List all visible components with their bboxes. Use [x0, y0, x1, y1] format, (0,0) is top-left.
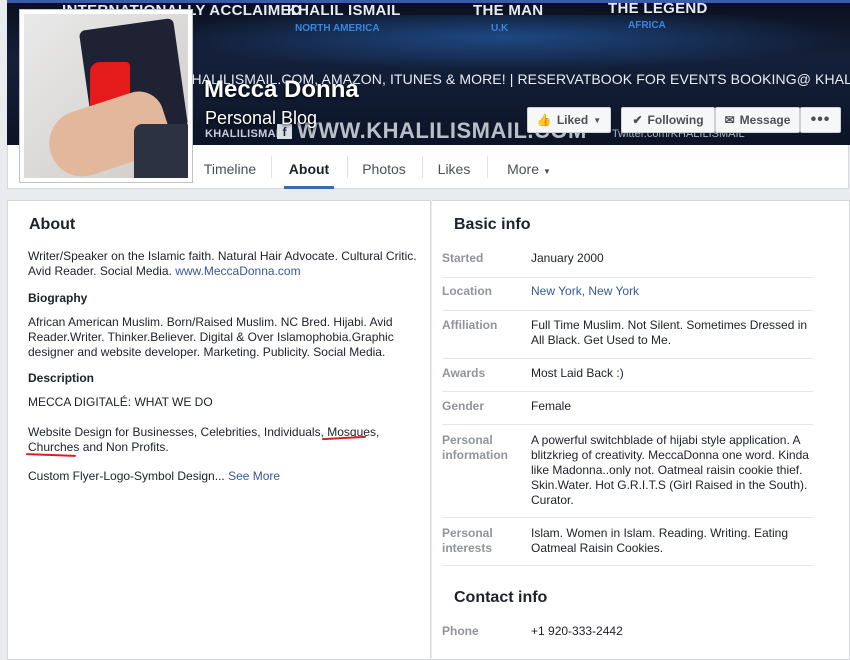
page-title[interactable]: Mecca Donna — [204, 76, 359, 104]
info-row-location: Location New York, New York — [442, 277, 813, 311]
info-row-phone: Phone +1 920-333-2442 — [442, 617, 813, 657]
description-heading: Description — [28, 371, 95, 385]
about-heading: About — [29, 216, 76, 233]
message-label: Message — [739, 113, 791, 127]
chevron-down-icon: ▼ — [542, 167, 551, 176]
thumbs-up-icon: 👍 — [536, 113, 552, 127]
banner-handle: KHALILISMAIL — [205, 128, 287, 140]
info-label: Personal interests — [442, 526, 493, 555]
tab-about[interactable]: About — [275, 145, 343, 189]
info-label: Started — [442, 251, 484, 265]
info-value: A powerful switchblade of hijabi style a… — [531, 433, 809, 507]
info-value: Most Laid Back :) — [531, 366, 624, 380]
see-more-link[interactable]: See More — [228, 469, 280, 483]
tab-timeline[interactable]: Timeline — [193, 145, 267, 188]
info-value: Full Time Muslim. Not Silent. Sometimes … — [531, 318, 808, 347]
info-row-gender: Gender Female — [442, 391, 813, 425]
more-options-button[interactable]: ••• — [800, 107, 841, 133]
about-intro: Writer/Speaker on the Islamic faith. Nat… — [28, 249, 423, 279]
message-icon: ✉ — [724, 113, 735, 127]
banner-word-3: THE MAN — [473, 2, 544, 19]
banner-sub-3: U.K — [491, 23, 509, 34]
info-value: Female — [531, 399, 572, 413]
liked-label: Liked — [556, 113, 589, 127]
phone-value: +1 920-333-2442 — [531, 624, 623, 638]
tab-about-label: About — [288, 161, 330, 177]
info-label: Gender — [442, 399, 485, 413]
info-value: January 2000 — [531, 251, 604, 265]
description-line-3-text: Custom Flyer-Logo-Symbol Design... — [28, 469, 225, 483]
tab-more-label: More — [507, 161, 539, 177]
chevron-down-icon: ▼ — [593, 115, 602, 125]
info-row-personal-information: Personal information A powerful switchbl… — [442, 424, 813, 518]
profile-picture[interactable] — [19, 9, 193, 183]
contact-info-heading: Contact info — [454, 589, 548, 606]
website-link[interactable]: www.MeccaDonna.com — [175, 264, 300, 278]
banner-sub-4: AFRICA — [628, 20, 666, 31]
page-category[interactable]: Personal Blog — [205, 108, 317, 129]
info-row-personal-interests: Personal interests Islam. Women in Islam… — [442, 517, 813, 566]
tab-divider — [347, 156, 348, 178]
info-label: Personal information — [442, 433, 508, 462]
tab-more[interactable]: More ▼ — [492, 145, 566, 188]
message-button[interactable]: ✉ Message — [715, 107, 800, 133]
location-link[interactable]: New York, New York — [531, 284, 811, 299]
info-label: Awards — [442, 366, 486, 380]
biography-heading: Biography — [28, 291, 88, 305]
description-line-2: Website Design for Businesses, Celebriti… — [28, 425, 380, 454]
basic-info-heading: Basic info — [454, 216, 531, 233]
tab-divider — [487, 156, 488, 178]
following-label: Following — [647, 113, 704, 127]
check-icon: ✔ — [632, 113, 643, 127]
liked-button[interactable]: 👍 Liked ▼ — [527, 107, 611, 133]
info-row-started: Started January 2000 — [442, 244, 813, 278]
info-row-awards: Awards Most Laid Back :) — [442, 358, 813, 392]
info-label: Phone — [442, 624, 479, 638]
banner-word-2: KHALIL ISMAIL — [287, 2, 401, 19]
info-label: Affiliation — [442, 318, 498, 332]
description-line-3: Custom Flyer-Logo-Symbol Design... See M… — [28, 469, 423, 484]
active-tab-indicator — [284, 186, 334, 189]
following-button[interactable]: ✔ Following — [621, 107, 715, 133]
info-label: Location — [442, 284, 492, 298]
biography-text: African American Muslim. Born/Raised Mus… — [28, 315, 394, 359]
tab-likes[interactable]: Likes — [426, 145, 482, 188]
about-panel: About Writer/Speaker on the Islamic fait… — [7, 200, 431, 660]
tab-photos[interactable]: Photos — [351, 145, 417, 188]
tab-divider — [271, 156, 272, 178]
info-value: Islam. Women in Islam. Reading. Writing.… — [531, 526, 788, 555]
tab-divider — [422, 156, 423, 178]
avatar — [24, 14, 188, 178]
description-line-1: MECCA DIGITALÉ: WHAT WE DO — [28, 395, 213, 409]
info-row-affiliation: Affiliation Full Time Muslim. Not Silent… — [442, 310, 813, 359]
avatar-sleeve — [134, 124, 188, 178]
annotation-underline-churches — [25, 453, 77, 457]
banner-word-4: THE LEGEND — [608, 0, 708, 17]
banner-sub-2: NORTH AMERICA — [295, 23, 380, 34]
basic-info-panel: Basic info Started January 2000 Location… — [432, 200, 850, 660]
more-dots-icon: ••• — [810, 111, 831, 128]
